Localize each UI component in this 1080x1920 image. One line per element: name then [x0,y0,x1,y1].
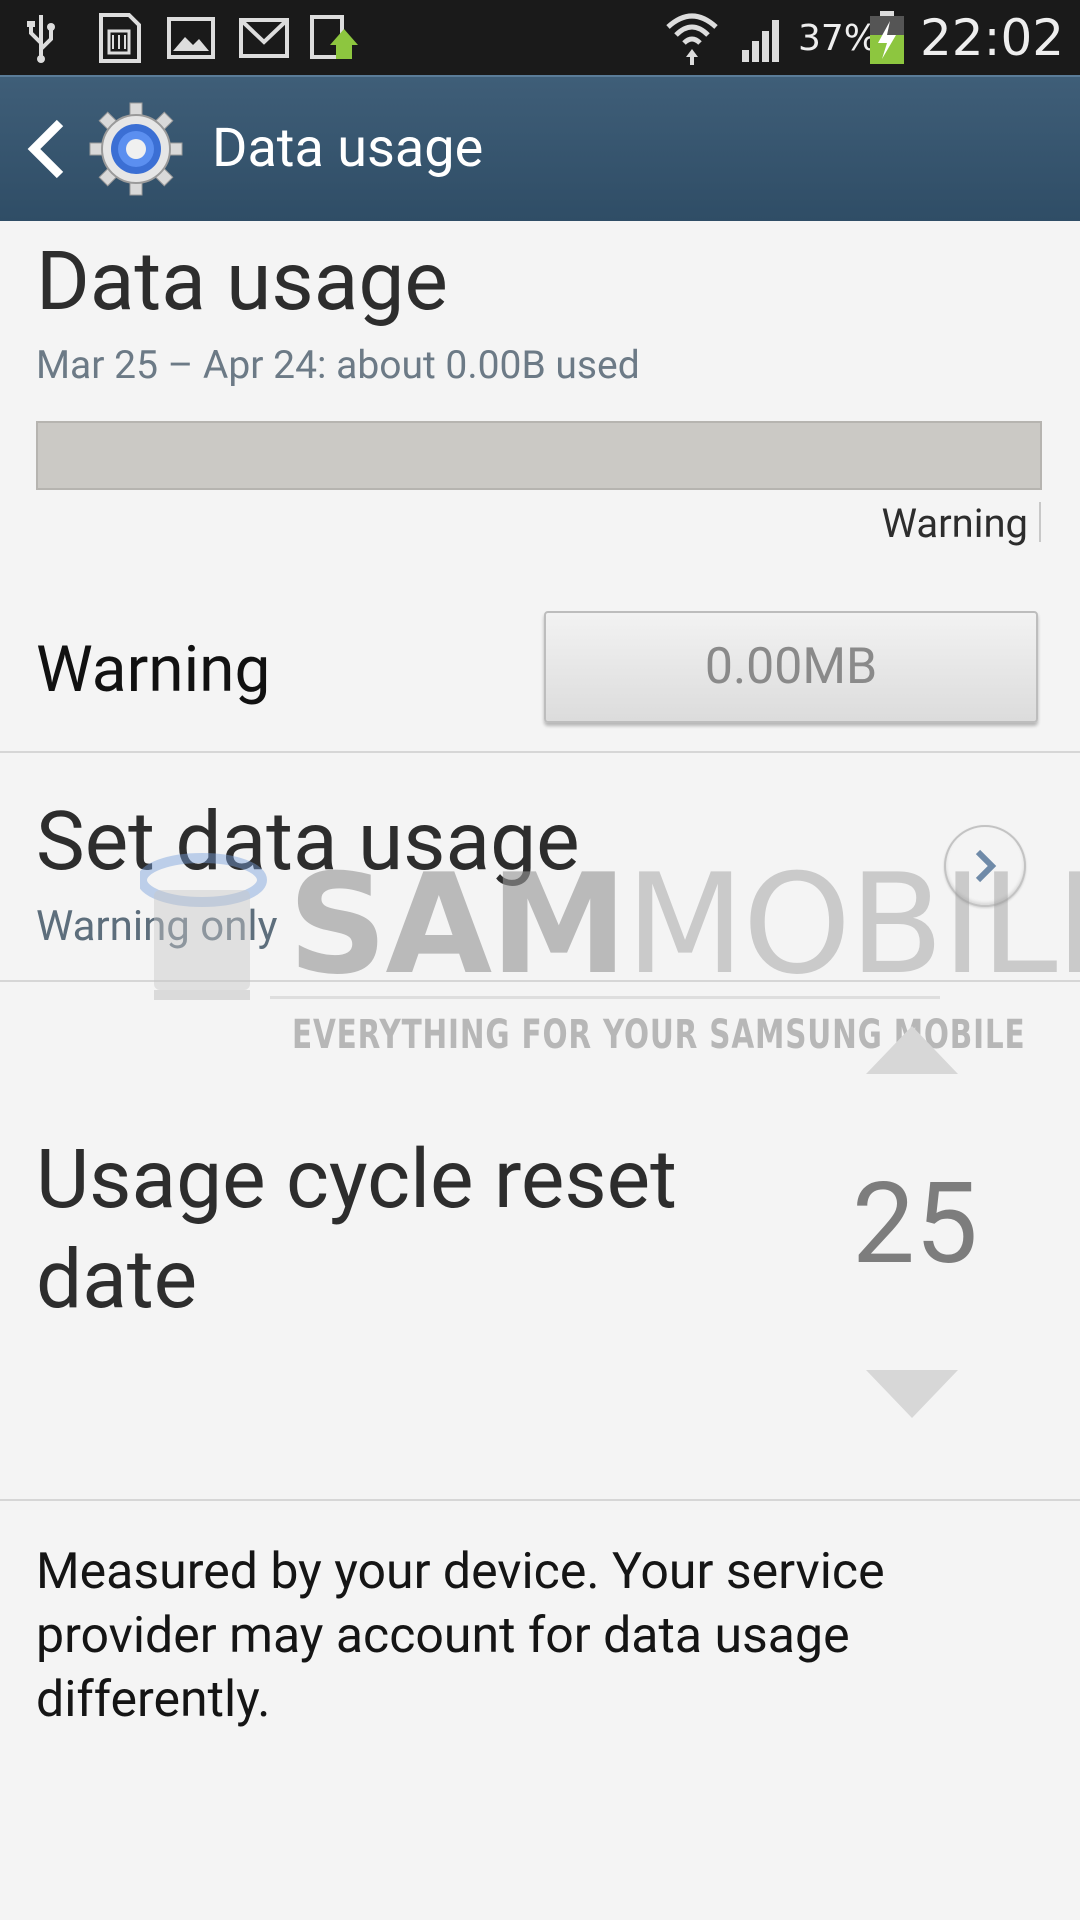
wifi-icon [664,10,720,65]
action-bar-title: Data usage [212,117,484,180]
divider [0,1499,1080,1501]
divider [0,980,1080,982]
arrow-up-icon[interactable] [862,1022,962,1078]
warning-marker-line [1039,502,1041,542]
back-arrow-icon[interactable] [24,117,68,181]
usage-progress-bar [36,421,1042,490]
battery-charging-icon [868,10,906,65]
usage-range-text: Mar 25 – Apr 24: about 0.00B used [36,342,640,388]
clock: 22:02 [920,9,1065,67]
watermark-rule [270,996,940,999]
settings-gear-icon[interactable] [88,101,184,197]
usb-icon [26,10,56,65]
gmail-icon [238,10,290,65]
battery-percent: 37% [798,17,879,59]
measurement-footnote: Measured by your device. Your service pr… [36,1543,885,1729]
warning-limit-button[interactable]: 0.00MB [544,611,1038,723]
status-bar: 37% 22:02 [0,0,1080,75]
warning-marker-label: Warning [881,500,1028,547]
upload-icon [310,10,360,65]
warning-label: Warning [36,632,271,707]
gallery-icon [166,10,216,65]
usage-cycle-label: Usage cycle reset date [36,1132,677,1328]
action-bar: Data usage [0,75,1080,221]
sd-card-icon [96,10,142,65]
reset-date-picker-value[interactable]: 25 [840,1160,990,1290]
arrow-down-icon[interactable] [862,1366,962,1422]
set-data-usage-title: Set data usage [36,794,580,890]
set-data-usage-subtitle: Warning only [36,902,278,951]
signal-icon [740,10,786,65]
chevron-right-icon[interactable] [944,825,1026,907]
divider [0,751,1080,753]
data-usage-heading: Data usage [36,234,448,330]
